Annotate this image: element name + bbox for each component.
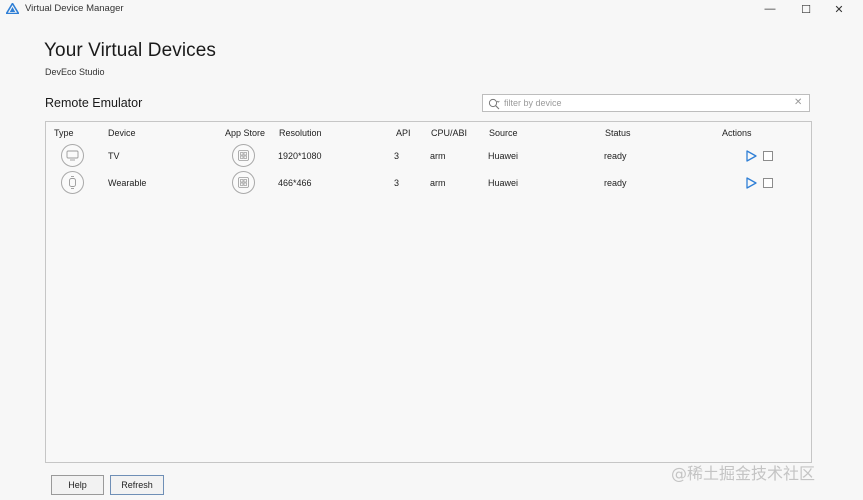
device-name: TV — [108, 151, 120, 161]
table-row[interactable]: TV 1920*1080 3 arm Huawei ready — [47, 143, 811, 169]
watermark: @稀土掘金技术社区 — [671, 464, 816, 483]
tv-icon — [61, 144, 84, 167]
device-table: Type Device App Store Resolution API CPU… — [45, 121, 812, 463]
help-button[interactable]: Help — [51, 475, 104, 495]
watch-icon — [61, 171, 84, 194]
title-bar: Virtual Device Manager — ☐ ✕ — [0, 0, 863, 18]
virtual-device-manager-window: Virtual Device Manager — ☐ ✕ Your Virtua… — [0, 0, 863, 500]
close-button[interactable]: ✕ — [822, 0, 856, 18]
device-name: Wearable — [108, 178, 147, 188]
column-header-cpu-abi[interactable]: CPU/ABI — [431, 128, 467, 138]
column-header-resolution[interactable]: Resolution — [279, 128, 322, 138]
column-header-app-store[interactable]: App Store — [225, 128, 265, 138]
app-store-icon — [232, 144, 255, 167]
column-header-device[interactable]: Device — [108, 128, 136, 138]
column-header-source[interactable]: Source — [489, 128, 518, 138]
search-input[interactable] — [504, 96, 784, 110]
maximize-button[interactable]: ☐ — [789, 0, 823, 18]
clear-icon[interactable]: ✕ — [794, 97, 802, 109]
stop-icon[interactable] — [763, 178, 773, 188]
column-header-status[interactable]: Status — [605, 128, 631, 138]
cpu-abi: arm — [430, 151, 446, 161]
search-icon — [488, 98, 500, 110]
app-store-icon — [232, 171, 255, 194]
source: Huawei — [488, 151, 519, 161]
section-title: Remote Emulator — [45, 96, 143, 110]
column-header-type[interactable]: Type — [54, 128, 74, 138]
play-icon[interactable] — [746, 150, 757, 162]
stop-icon[interactable] — [763, 151, 773, 161]
status: ready — [604, 178, 627, 188]
cpu-abi: arm — [430, 178, 446, 188]
api-level: 3 — [394, 151, 400, 161]
column-header-api[interactable]: API — [396, 128, 411, 138]
resolution: 1920*1080 — [278, 151, 322, 161]
page-subtitle: DevEco Studio — [45, 67, 105, 77]
source: Huawei — [488, 178, 519, 188]
window-title: Virtual Device Manager — [25, 3, 124, 14]
api-level: 3 — [394, 178, 400, 188]
minimize-button[interactable]: — — [753, 0, 787, 18]
refresh-button[interactable]: Refresh — [110, 475, 164, 495]
play-icon[interactable] — [746, 177, 757, 189]
table-row[interactable]: Wearable 466*466 3 arm Huawei ready — [47, 170, 811, 196]
column-header-actions: Actions — [722, 128, 752, 138]
deveco-logo-icon — [6, 3, 19, 14]
page-title: Your Virtual Devices — [44, 40, 217, 61]
status: ready — [604, 151, 627, 161]
resolution: 466*466 — [278, 178, 312, 188]
device-filter[interactable]: ✕ — [482, 94, 810, 112]
